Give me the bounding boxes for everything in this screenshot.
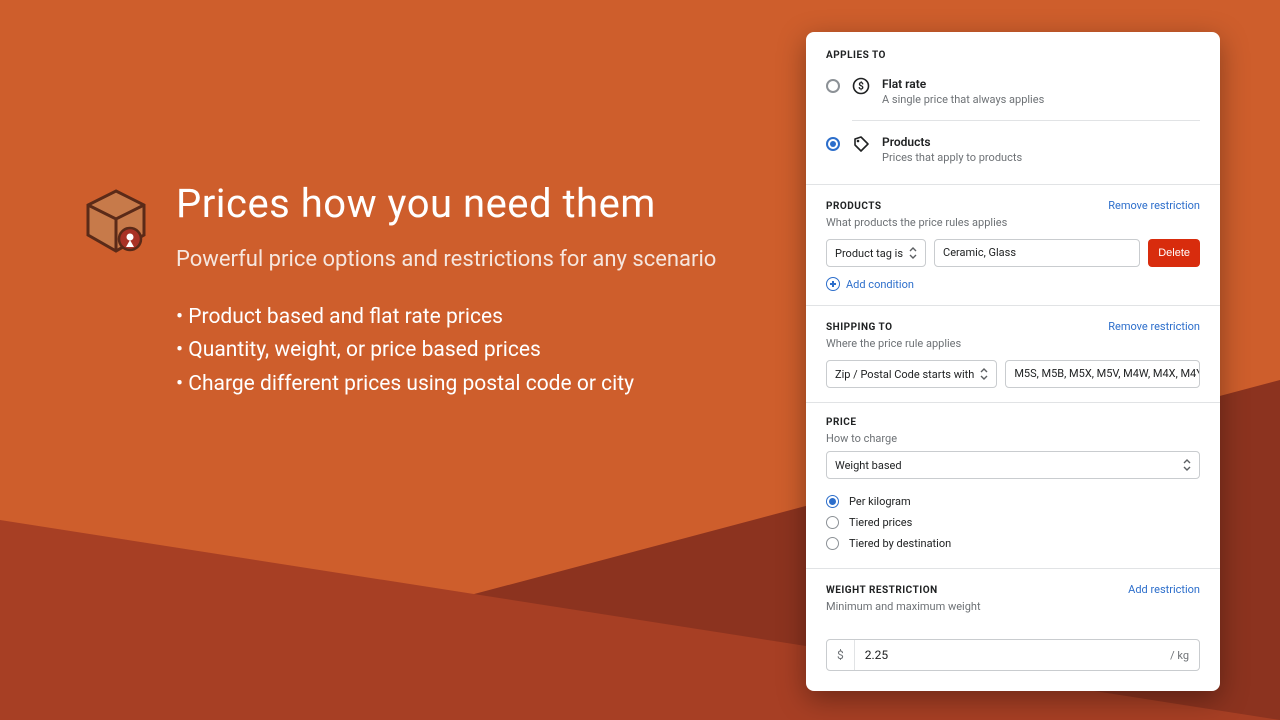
shipping-section: SHIPPING TO Remove restriction Where the… xyxy=(806,320,1220,388)
bullet-item: • Charge different prices using postal c… xyxy=(176,368,720,402)
rate-input[interactable]: $ 2.25 / kg xyxy=(826,639,1200,671)
add-condition-button[interactable]: Add condition xyxy=(826,277,1200,291)
shipping-subtitle: Where the price rule applies xyxy=(826,337,1200,350)
divider xyxy=(806,184,1220,185)
shipping-condition-select[interactable]: Zip / Postal Code starts with xyxy=(826,360,997,388)
weight-subtitle: Minimum and maximum weight xyxy=(826,600,1200,613)
charge-method-select[interactable]: Weight based xyxy=(826,451,1200,479)
option-label: Flat rate xyxy=(882,77,1044,91)
radio-tiered-destination[interactable]: Tiered by destination xyxy=(826,533,1200,554)
chevron-updown-icon xyxy=(1183,459,1191,471)
option-desc: Prices that apply to products xyxy=(882,151,1022,164)
radio-icon xyxy=(826,137,840,151)
plus-circle-icon xyxy=(826,277,840,291)
option-desc: A single price that always applies xyxy=(882,93,1044,106)
price-mode-radios: Per kilogram Tiered prices Tiered by des… xyxy=(826,491,1200,554)
rate-amount: 2.25 xyxy=(855,648,1160,662)
delete-button[interactable]: Delete xyxy=(1148,239,1200,267)
tag-icon xyxy=(852,135,870,153)
shipping-title: SHIPPING TO xyxy=(826,322,893,333)
bullet-item: • Product based and flat rate prices xyxy=(176,301,720,335)
marketing-subtitle: Powerful price options and restrictions … xyxy=(176,245,720,275)
divider xyxy=(852,120,1200,121)
weight-restriction-section: WEIGHT RESTRICTION Add restriction Minim… xyxy=(806,583,1220,613)
dollar-icon: $ xyxy=(852,77,870,95)
add-restriction-link[interactable]: Add restriction xyxy=(1128,583,1200,596)
product-tag-input[interactable]: Ceramic, Glass xyxy=(934,239,1140,267)
radio-tiered-prices[interactable]: Tiered prices xyxy=(826,512,1200,533)
price-section: PRICE How to charge Weight based Per kil… xyxy=(806,417,1220,554)
remove-restriction-link[interactable]: Remove restriction xyxy=(1108,199,1200,212)
products-subtitle: What products the price rules applies xyxy=(826,216,1200,229)
radio-per-kilogram[interactable]: Per kilogram xyxy=(826,491,1200,512)
marketing-title: Prices how you need them xyxy=(176,180,720,227)
price-title: PRICE xyxy=(826,417,1200,428)
radio-icon xyxy=(826,537,839,550)
currency-symbol: $ xyxy=(827,640,855,670)
radio-icon xyxy=(826,516,839,529)
chevron-updown-icon xyxy=(909,247,917,259)
marketing-copy: Prices how you need them Powerful price … xyxy=(80,180,720,401)
svg-text:$: $ xyxy=(858,80,864,93)
chevron-updown-icon xyxy=(980,368,988,380)
settings-panel: APPLIES TO $ Flat rate A single price th… xyxy=(806,32,1220,691)
bullet-item: • Quantity, weight, or price based price… xyxy=(176,334,720,368)
option-label: Products xyxy=(882,135,1022,149)
product-condition-select[interactable]: Product tag is xyxy=(826,239,926,267)
products-title: PRODUCTS xyxy=(826,201,882,212)
applies-to-section: APPLIES TO $ Flat rate A single price th… xyxy=(806,50,1220,170)
option-flat-rate[interactable]: $ Flat rate A single price that always a… xyxy=(826,71,1200,112)
option-products[interactable]: Products Prices that apply to products xyxy=(826,129,1200,170)
applies-to-title: APPLIES TO xyxy=(826,50,1200,61)
radio-icon xyxy=(826,495,839,508)
remove-restriction-link[interactable]: Remove restriction xyxy=(1108,320,1200,333)
marketing-bullets: • Product based and flat rate prices • Q… xyxy=(176,301,720,402)
products-section: PRODUCTS Remove restriction What product… xyxy=(806,199,1220,291)
divider xyxy=(806,305,1220,306)
divider xyxy=(806,402,1220,403)
rate-unit: / kg xyxy=(1160,649,1199,662)
promo-stage: Prices how you need them Powerful price … xyxy=(0,0,1280,720)
weight-title: WEIGHT RESTRICTION xyxy=(826,585,938,596)
radio-icon xyxy=(826,79,840,93)
price-subtitle: How to charge xyxy=(826,432,1200,445)
divider xyxy=(806,568,1220,569)
postal-codes-input[interactable]: M5S, M5B, M5X, M5V, M4W, M4X, M4Y, M5A, … xyxy=(1005,360,1200,388)
